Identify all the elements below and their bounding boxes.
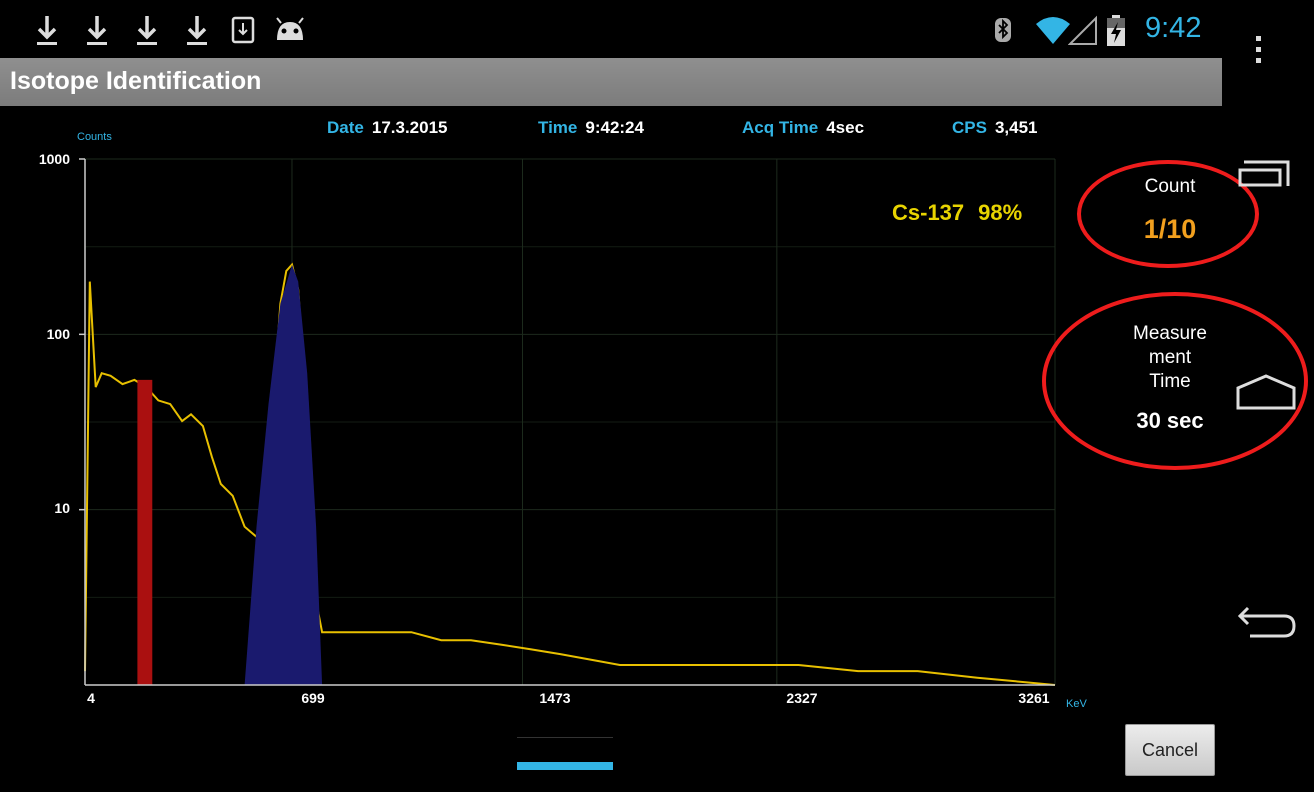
x-tick-label: 4 <box>87 690 95 706</box>
recent-apps-icon[interactable] <box>1236 150 1296 195</box>
spectrum-series-line <box>84 262 1056 686</box>
x-tick-label: 3261 <box>1018 690 1050 706</box>
isotope-name: Cs-137 <box>892 200 965 225</box>
x-tick-label: 1473 <box>539 690 571 706</box>
home-icon[interactable] <box>1234 372 1298 417</box>
isotope-result: Cs-137 98% <box>892 200 1022 226</box>
x-tick-label: 699 <box>301 690 325 706</box>
x-axis-unit: KeV <box>1066 698 1087 710</box>
peak-fill-area <box>244 264 323 685</box>
isotope-confidence: 98% <box>978 200 1023 225</box>
page-indicator-track <box>517 737 613 738</box>
x-tick-label: 2327 <box>786 690 818 706</box>
roi-marker-bar <box>137 379 153 685</box>
back-icon[interactable] <box>1234 600 1298 645</box>
page-indicator <box>517 762 613 770</box>
count-highlight <box>1077 160 1259 268</box>
cancel-button[interactable]: Cancel <box>1125 724 1215 776</box>
